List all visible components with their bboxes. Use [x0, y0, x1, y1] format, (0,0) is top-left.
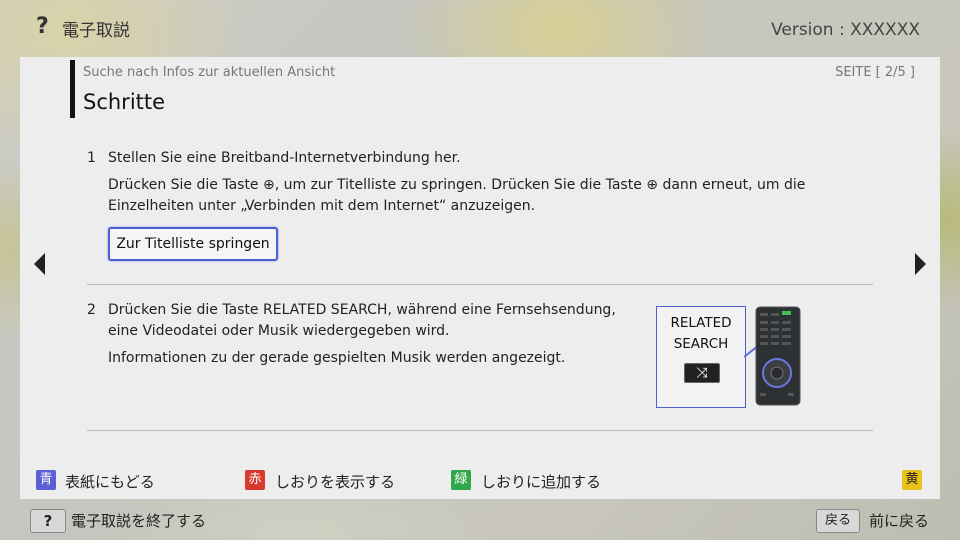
- app-title: 電子取説: [62, 21, 130, 41]
- jump-to-title-list-button[interactable]: Zur Titelliste springen: [108, 227, 278, 261]
- blue-key-label: 表紙にもどる: [65, 473, 155, 491]
- red-key-label: しおりを表示する: [275, 473, 396, 491]
- step-2-line3: Informationen zu der gerade gespielten M…: [108, 350, 566, 366]
- exit-manual-label: 電子取説を終了する: [71, 512, 207, 530]
- green-key-label: しおりに追加する: [481, 473, 602, 491]
- remote-control-icon: [744, 306, 801, 406]
- arrow-right-icon[interactable]: [915, 253, 926, 275]
- top-bar: ? 電子取説 Version : XXXXXX: [0, 0, 960, 58]
- back-label: 前に戻る: [869, 512, 930, 530]
- step-1-body-line1: Drücken Sie die Taste ⊕, um zur Titellis…: [108, 177, 806, 193]
- arrow-left-icon[interactable]: [34, 253, 45, 275]
- related-search-illustration: RELATED SEARCH ⤨: [656, 305, 806, 410]
- red-key-icon: 赤: [245, 470, 265, 490]
- content-panel: Suche nach Infos zur aktuellen Ansicht S…: [20, 57, 940, 499]
- step-2-line2: eine Videodatei oder Musik wiedergegeben…: [108, 323, 450, 339]
- step-2-line1: Drücken Sie die Taste RELATED SEARCH, wä…: [108, 302, 616, 318]
- green-key-icon: 緑: [451, 470, 471, 490]
- step-1-number: 1: [87, 150, 96, 166]
- step-1-body-line2: Einzelheiten unter „Verbinden mit dem In…: [108, 198, 536, 214]
- yellow-key-icon: 黄: [902, 470, 922, 490]
- color-key-bar: 青 表紙にもどる 赤 しおりを表示する 緑 しおりに追加する 黄: [0, 462, 960, 498]
- callout-label-line2: SEARCH: [673, 336, 729, 352]
- step-2-number: 2: [87, 302, 96, 318]
- divider-1: [87, 284, 873, 285]
- bottom-bar: ? 電子取説を終了する 戻る 前に戻る: [0, 505, 960, 540]
- title-accent-bar: [70, 60, 75, 118]
- exit-help-key-icon[interactable]: ?: [30, 509, 66, 533]
- breadcrumb: Suche nach Infos zur aktuellen Ansicht: [83, 65, 336, 80]
- page-title: Schritte: [83, 90, 166, 114]
- back-key-icon[interactable]: 戻る: [816, 509, 860, 533]
- version-label: Version : XXXXXX: [771, 20, 920, 40]
- page-indicator: SEITE [ 2/5 ]: [835, 65, 915, 80]
- related-search-callout: RELATED SEARCH ⤨: [656, 306, 746, 408]
- step-1-heading: Stellen Sie eine Breitband-Internetverbi…: [108, 150, 461, 166]
- blue-key-icon: 青: [36, 470, 56, 490]
- help-icon: ?: [36, 14, 49, 39]
- callout-label-line1: RELATED: [670, 315, 732, 331]
- divider-2: [87, 430, 873, 431]
- related-search-key-icon: ⤨: [684, 363, 720, 383]
